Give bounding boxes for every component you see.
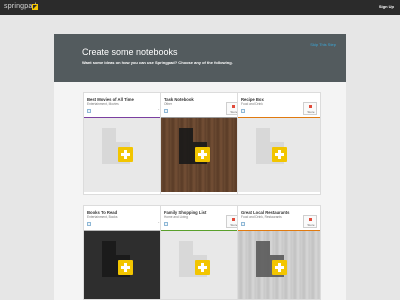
sign-up-button[interactable]: Sign Up xyxy=(379,4,394,10)
notebook-icon xyxy=(87,109,91,113)
notebook-icon xyxy=(164,222,168,226)
notebook-cover xyxy=(161,118,243,192)
notebook-card[interactable]: Great Local Restaurants Food and Drink, … xyxy=(237,205,321,300)
notebook-card[interactable]: Family Shopping List Home and Living Sto… xyxy=(160,205,244,300)
store-button[interactable]: Store xyxy=(303,102,317,115)
plus-icon[interactable] xyxy=(272,260,287,275)
plus-icon[interactable] xyxy=(118,147,133,162)
store-button[interactable]: Store xyxy=(303,215,317,228)
notebook-cover xyxy=(161,231,243,299)
store-badge-icon xyxy=(232,218,235,221)
notebook-icon xyxy=(87,222,91,226)
card-category: Other xyxy=(164,102,172,106)
notebook-cover xyxy=(238,231,320,299)
store-badge-icon xyxy=(309,218,312,221)
plus-icon[interactable] xyxy=(195,147,210,162)
card-category: Food and Drink xyxy=(241,102,263,106)
notebook-icon xyxy=(164,109,168,113)
notebook-icon xyxy=(241,222,245,226)
store-label: Store xyxy=(307,110,315,114)
notebook-cover xyxy=(238,118,320,192)
notebook-icon xyxy=(241,109,245,113)
skip-step-link[interactable]: Skip This Step xyxy=(310,42,336,48)
logo-mark-icon xyxy=(32,4,38,10)
plus-icon[interactable] xyxy=(195,260,210,275)
page-subtitle: Want some ideas on how you can use Sprin… xyxy=(82,60,233,65)
page-title: Create some notebooks xyxy=(82,47,178,57)
hero-banner: Create some notebooks Want some ideas on… xyxy=(54,34,346,82)
top-bar: springpad Sign Up xyxy=(0,0,400,15)
card-category: Entertainment, Movies xyxy=(87,102,119,106)
notebook-card[interactable]: Best Movies of All Time Entertainment, M… xyxy=(83,92,167,195)
store-badge-icon xyxy=(309,105,312,108)
notebook-cover xyxy=(84,231,166,299)
card-category: Food and Drink, Restaurants xyxy=(241,215,282,219)
plus-icon[interactable] xyxy=(118,260,133,275)
notebook-card[interactable]: Recipe Box Food and Drink Store xyxy=(237,92,321,195)
notebook-card[interactable]: Task Notebook Other Store xyxy=(160,92,244,195)
notebook-card[interactable]: Books To Read Entertainment, Books ··· xyxy=(83,205,167,300)
store-label: Store xyxy=(307,223,315,227)
store-badge-icon xyxy=(232,105,235,108)
card-category: Entertainment, Books xyxy=(87,215,118,219)
plus-icon[interactable] xyxy=(272,147,287,162)
notebook-cover xyxy=(84,118,166,192)
card-category: Home and Living xyxy=(164,215,188,219)
